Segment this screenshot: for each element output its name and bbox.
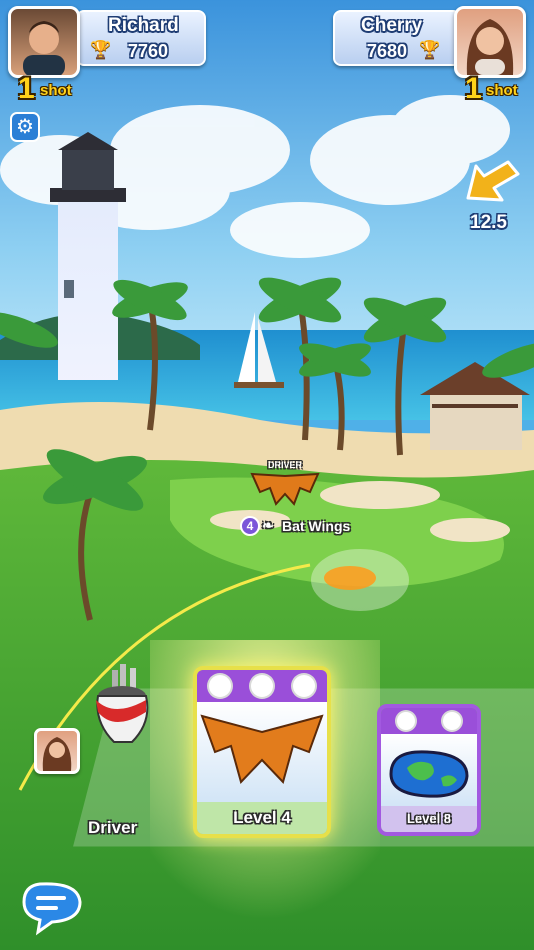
card-attribute-bar [381, 708, 477, 734]
curl-icon [441, 710, 463, 732]
chat-icon [22, 882, 82, 936]
card-attribute-bar [197, 670, 327, 702]
avatar-richard[interactable] [8, 6, 80, 78]
wind-arrow-icon [466, 160, 520, 202]
avatar-face-icon [23, 21, 65, 75]
card-art [197, 702, 327, 810]
golf-bag-icon[interactable] [84, 662, 160, 748]
avatar-face-icon [42, 737, 72, 771]
gear-icon: ⚙ [16, 116, 34, 138]
club-level-badge: 4 [240, 516, 260, 536]
card-level: Level 8 [406, 811, 452, 826]
avatar-cherry[interactable] [454, 6, 526, 78]
avatar-cherry-small[interactable] [34, 728, 80, 774]
bat-wings-club-icon [250, 472, 320, 506]
player-left-shots-label: shot [40, 82, 72, 99]
power-icon [207, 673, 233, 699]
card-level: Level 4 [233, 808, 291, 827]
bat-wings-club-icon [200, 714, 324, 784]
chat-button[interactable] [18, 876, 86, 936]
settings-button[interactable]: ⚙ [10, 112, 40, 142]
accuracy-icon [291, 673, 317, 699]
spin-icon [249, 673, 275, 699]
wing-glyph: ❧ [262, 517, 274, 533]
tray-label: Driver [88, 818, 138, 837]
player-right-shots: 1 [465, 72, 482, 105]
trophy-icon: 🏆 [90, 40, 112, 59]
player-right-shots-label: shot [486, 82, 518, 99]
card-level-footer: Level 8 [381, 806, 477, 832]
game-scene: DRIVER 4 ❧ Bat Wings Richard 🏆 7760 1 sh… [0, 0, 534, 950]
course-club-name: Bat Wings [282, 518, 351, 534]
player-left-shots: 1 [18, 72, 35, 105]
avatar-face-icon [466, 19, 514, 75]
club-card-bat-wings[interactable]: Level 4 [193, 666, 331, 838]
player-right-score: 7680 [367, 41, 408, 61]
player-left-score: 7760 [128, 41, 169, 61]
globe-driver-club-icon [389, 750, 469, 798]
course-club-label: DRIVER [268, 460, 303, 470]
power-icon [395, 710, 417, 732]
wind-speed: 12.5 [470, 212, 507, 233]
card-art [381, 734, 477, 812]
card-level-footer: Level 4 [197, 802, 327, 834]
club-card-driver[interactable]: Level 8 [377, 704, 481, 836]
player-right-name: Cherry [361, 15, 423, 36]
trophy-icon: 🏆 [419, 40, 441, 59]
player-left-name: Richard [108, 15, 179, 36]
